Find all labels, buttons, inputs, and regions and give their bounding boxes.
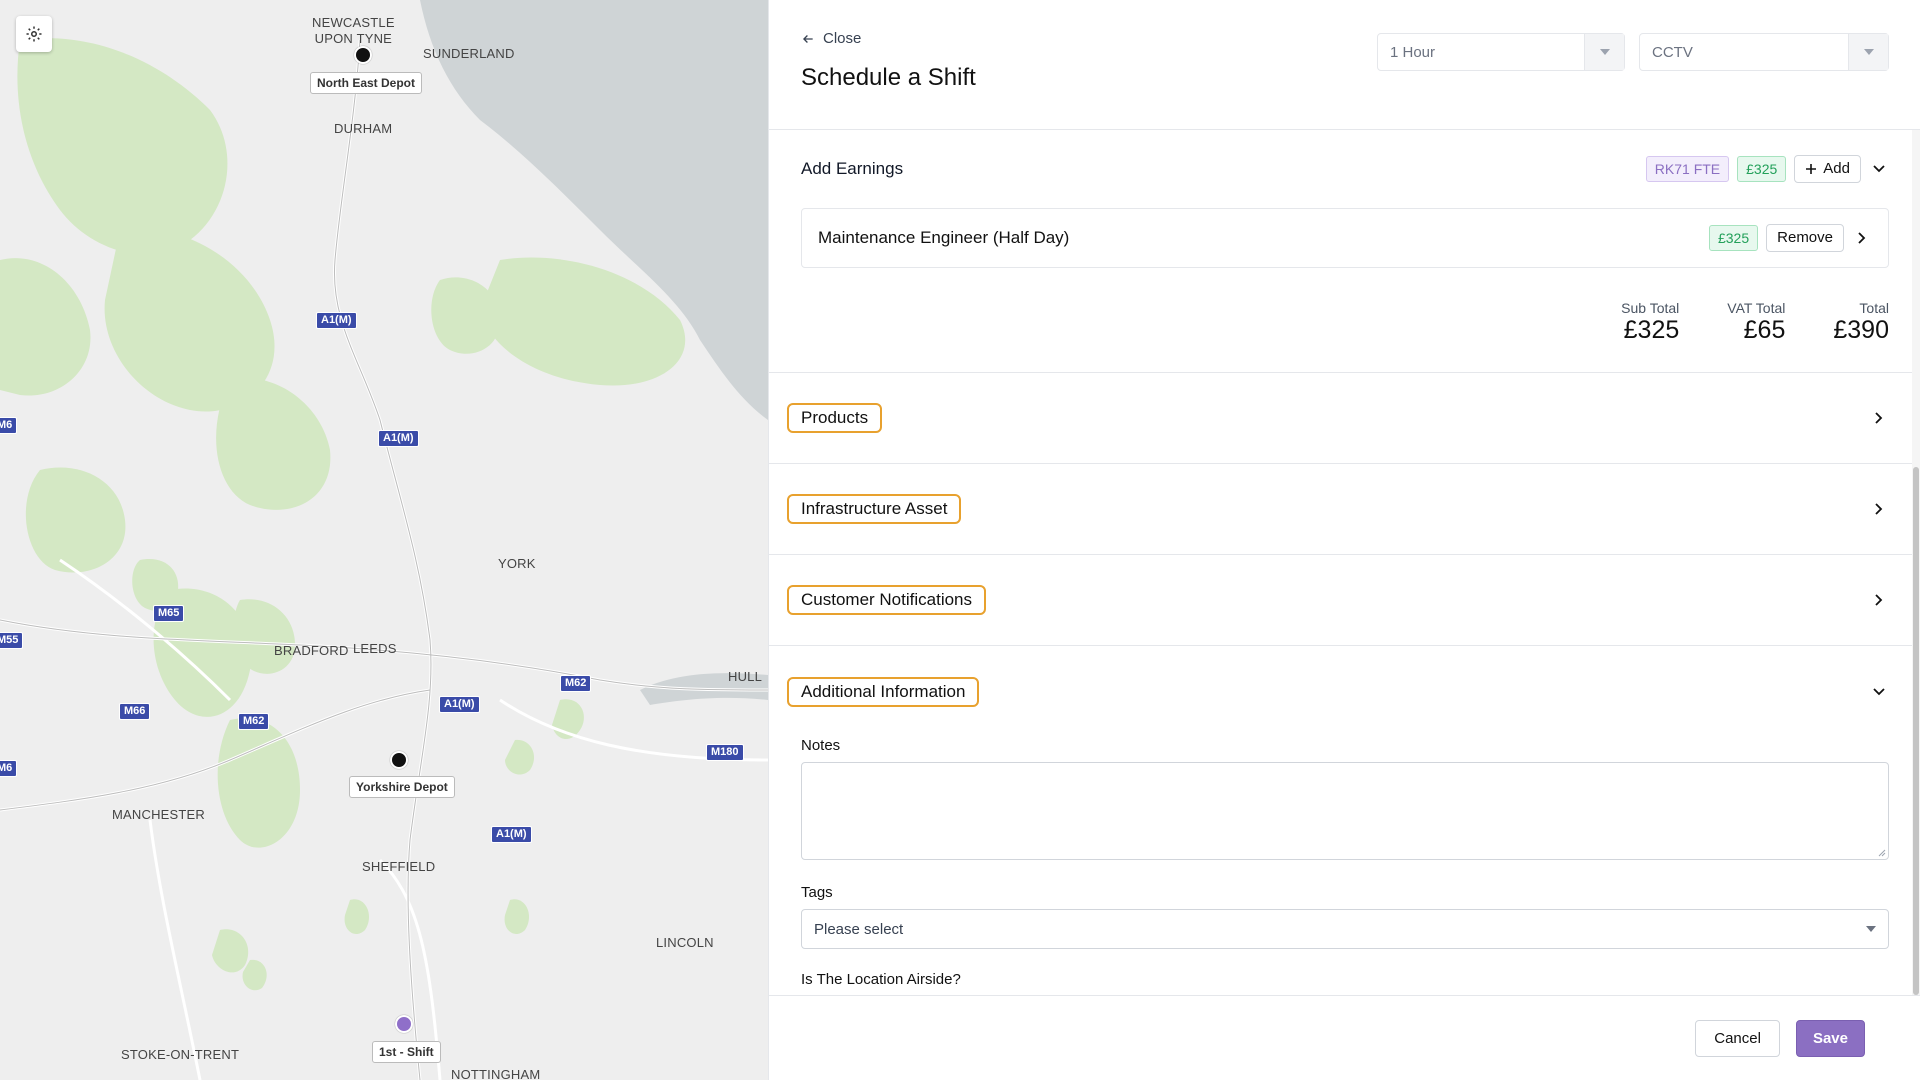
chevron-down-icon xyxy=(1869,682,1889,702)
map-place-durham: DURHAM xyxy=(334,121,393,136)
schedule-shift-panel: Close Schedule a Shift 1 Hour CCTV Add E… xyxy=(768,0,1920,1080)
additional-section-title: Additional Information xyxy=(787,676,980,707)
additional-info-section: Additional Information Notes Tags Please… xyxy=(769,646,1920,995)
chevron-right-icon xyxy=(1869,590,1889,610)
map-pin-shift[interactable] xyxy=(395,1015,413,1033)
map-base-layer xyxy=(0,0,768,1080)
map-road-shield: A1(M) xyxy=(439,696,480,713)
service-select[interactable]: CCTV xyxy=(1639,33,1889,71)
tags-label: Tags xyxy=(801,884,833,901)
tags-select[interactable]: Please select xyxy=(801,909,1889,949)
caret-down-icon xyxy=(1584,34,1624,70)
add-earning-button[interactable]: Add xyxy=(1794,155,1861,183)
caret-down-icon xyxy=(1866,926,1876,932)
subtotal-label: Sub Total xyxy=(1621,300,1680,316)
save-button[interactable]: Save xyxy=(1795,1019,1865,1057)
vat-total: VAT Total £65 xyxy=(1727,300,1785,344)
map-pin-label[interactable]: 1st - Shift xyxy=(372,1041,441,1063)
additional-section-toggle[interactable]: Additional Information xyxy=(769,646,1920,737)
airside-label: Is The Location Airside? xyxy=(801,971,961,988)
earning-amount-chip: £325 xyxy=(1708,225,1759,251)
panel-header: Close Schedule a Shift 1 Hour CCTV xyxy=(769,0,1920,130)
map-view[interactable]: NEWCASTLE UPON TYNE SUNDERLAND DURHAM YO… xyxy=(0,0,768,1080)
cancel-button[interactable]: Cancel xyxy=(1695,1019,1780,1057)
total-amount: £390 xyxy=(1833,316,1889,344)
add-label: Add xyxy=(1823,160,1850,177)
duration-select-value: 1 Hour xyxy=(1390,43,1436,61)
map-pin-north-east-depot[interactable] xyxy=(354,46,372,64)
map-place-newcastle: NEWCASTLE UPON TYNE xyxy=(312,15,395,46)
map-place-bradford: BRADFORD xyxy=(274,643,349,658)
panel-scrollbar[interactable] xyxy=(1912,130,1920,995)
map-road-shield: M6 xyxy=(0,760,18,777)
notes-textarea[interactable] xyxy=(801,762,1889,860)
panel-scroll-area[interactable]: Add Earnings RK71 FTE £325 Add Maintenan… xyxy=(769,130,1920,995)
map-pin-yorkshire-depot[interactable] xyxy=(390,751,408,769)
map-road-shield: M65 xyxy=(153,605,185,622)
subtotal: Sub Total £325 xyxy=(1621,300,1679,344)
infrastructure-section-title: Infrastructure Asset xyxy=(787,494,962,524)
map-road-shield: A1(M) xyxy=(378,430,419,447)
map-place-manchester: MANCHESTER xyxy=(112,807,206,822)
map-place-sunderland: SUNDERLAND xyxy=(423,46,515,61)
chevron-right-icon xyxy=(1869,499,1889,519)
map-road-shield: A1(M) xyxy=(491,826,532,843)
close-button[interactable]: Close xyxy=(801,30,861,47)
map-settings-button[interactable] xyxy=(16,16,52,52)
map-road-shield: M62 xyxy=(238,713,270,730)
earnings-header: Add Earnings RK71 FTE £325 Add xyxy=(769,130,1920,208)
map-road-shield: M66 xyxy=(119,703,151,720)
resize-grip-icon[interactable] xyxy=(1876,847,1886,857)
duration-select[interactable]: 1 Hour xyxy=(1377,33,1625,71)
map-pin-label[interactable]: North East Depot xyxy=(310,72,423,94)
notifications-section-toggle[interactable]: Customer Notifications xyxy=(769,555,1920,646)
map-place-lincoln: LINCOLN xyxy=(656,935,714,950)
products-section-title: Products xyxy=(787,403,883,433)
map-pin-label[interactable]: Yorkshire Depot xyxy=(349,776,455,798)
caret-down-icon xyxy=(1848,34,1888,70)
page-title: Schedule a Shift xyxy=(801,64,976,91)
panel-footer: Cancel Save xyxy=(769,995,1920,1080)
map-place-leeds: LEEDS xyxy=(353,641,397,656)
chevron-down-icon[interactable] xyxy=(1869,159,1889,179)
notifications-section-title: Customer Notifications xyxy=(787,585,987,615)
scrollbar-thumb[interactable] xyxy=(1913,467,1919,995)
total-label: Total xyxy=(1859,300,1889,316)
earnings-section: Add Earnings RK71 FTE £325 Add Maintenan… xyxy=(769,130,1920,373)
remove-earning-button[interactable]: Remove xyxy=(1766,224,1844,252)
map-place-hull: HULL xyxy=(728,669,763,684)
map-place-nottingham: NOTTINGHAM xyxy=(451,1067,541,1080)
vat-amount: £65 xyxy=(1743,316,1786,344)
map-road-shield: M6 xyxy=(0,417,18,434)
map-place-york: YORK xyxy=(498,556,536,571)
chevron-right-icon xyxy=(1869,408,1889,428)
chevron-right-icon[interactable] xyxy=(1852,228,1872,248)
earnings-title: Add Earnings xyxy=(801,159,904,178)
map-place-sheffield: SHEFFIELD xyxy=(362,859,436,874)
vat-label: VAT Total xyxy=(1727,300,1786,316)
earnings-amount-chip: £325 xyxy=(1737,156,1787,182)
arrow-left-icon xyxy=(803,34,813,43)
notes-label: Notes xyxy=(801,737,841,754)
map-road-shield: M62 xyxy=(560,675,592,692)
service-select-value: CCTV xyxy=(1652,43,1693,61)
products-section-toggle[interactable]: Products xyxy=(769,373,1920,464)
map-road-shield: M55 xyxy=(0,632,24,649)
earning-row[interactable]: Maintenance Engineer (Half Day) £325 Rem… xyxy=(801,208,1889,268)
plus-icon xyxy=(1806,164,1817,174)
tags-select-placeholder: Please select xyxy=(814,920,904,938)
map-road-shield: M180 xyxy=(706,744,744,761)
gear-icon xyxy=(26,26,42,42)
map-place-stoke: STOKE-ON-TRENT xyxy=(121,1047,240,1062)
close-label: Close xyxy=(823,30,862,47)
grand-total: Total £390 xyxy=(1833,300,1889,344)
earning-name: Maintenance Engineer (Half Day) xyxy=(818,228,1070,247)
map-road-shield: A1(M) xyxy=(316,312,357,329)
totals: Sub Total £325 VAT Total £65 Total £390 xyxy=(769,268,1920,372)
infrastructure-section-toggle[interactable]: Infrastructure Asset xyxy=(769,464,1920,555)
subtotal-amount: £325 xyxy=(1623,316,1680,344)
vehicle-chip: RK71 FTE xyxy=(1645,156,1730,182)
